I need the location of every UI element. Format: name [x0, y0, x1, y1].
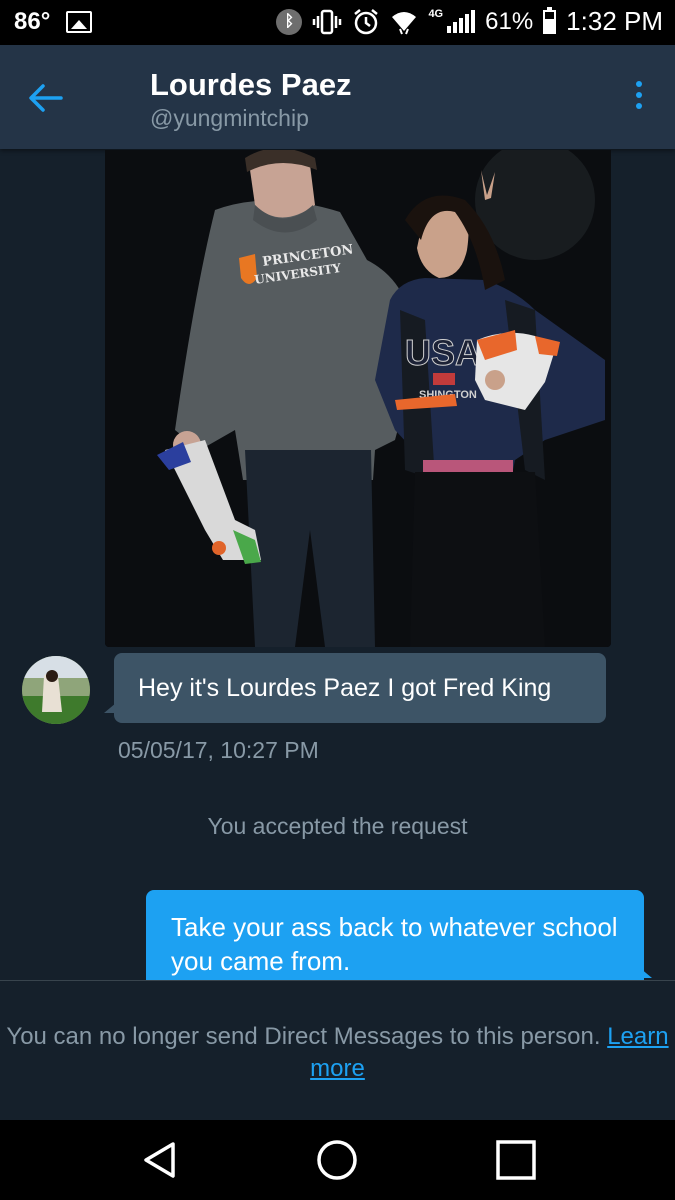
battery-fill — [545, 19, 555, 32]
home-circle-icon — [317, 1140, 357, 1180]
shirt-text-usa: USA — [405, 332, 481, 373]
wifi-icon — [390, 9, 418, 35]
clock: 1:32 PM — [566, 6, 663, 36]
dm-disabled-text: You can no longer send Direct Messages t… — [6, 1023, 601, 1050]
network-type-label: 4G — [428, 7, 444, 20]
dm-conversation-screen: 86° ᛒ 4G 61% 1:32 PM Lourdes Paez @yungm… — [0, 0, 675, 1200]
nav-recents-button[interactable] — [494, 1138, 538, 1182]
nav-back-button[interactable] — [138, 1138, 182, 1182]
system-nav-bar — [0, 1120, 675, 1200]
more-vert-dot — [636, 92, 642, 98]
back-arrow-icon — [29, 84, 63, 112]
dm-disabled-notice: You can no longer send Direct Messages t… — [0, 980, 675, 1120]
nav-home-button[interactable] — [315, 1138, 359, 1182]
vibrate-icon — [312, 9, 342, 35]
bluetooth-icon: ᛒ — [276, 8, 303, 35]
alarm-icon — [352, 8, 380, 36]
more-vert-icon — [636, 81, 642, 87]
incoming-message-bubble[interactable]: Hey it's Lourdes Paez I got Fred King — [104, 653, 606, 723]
photo-message[interactable]: PRINCETON UNIVERSITY USA SHINGTON — [105, 150, 611, 647]
back-button[interactable] — [24, 77, 66, 119]
conversation-header: Lourdes Paez @yungmintchip — [0, 45, 675, 149]
incoming-message-text: Hey it's Lourdes Paez I got Fred King — [138, 673, 552, 702]
outgoing-message-text: Take your ass back to whatever school yo… — [171, 912, 618, 976]
battery-percent: 61% — [485, 7, 534, 35]
avatar-image — [22, 656, 90, 724]
photo-illustration: PRINCETON UNIVERSITY USA SHINGTON — [105, 150, 611, 647]
status-bar: 86° ᛒ 4G 61% 1:32 PM — [0, 0, 675, 45]
message-timestamp: 05/05/17, 10:27 PM — [118, 737, 319, 763]
request-accepted-notice: You accepted the request — [207, 813, 468, 839]
back-triangle-icon — [144, 1142, 175, 1178]
status-left: 86° — [14, 8, 93, 36]
contact-name[interactable]: Lourdes Paez — [150, 67, 352, 103]
contact-avatar[interactable] — [22, 656, 90, 724]
temperature-indicator: 86° — [14, 8, 51, 35]
image-icon — [66, 11, 93, 33]
more-vert-dot — [636, 103, 642, 109]
contact-handle: @yungmintchip — [150, 105, 309, 131]
signal-icon — [447, 9, 476, 33]
recents-square-icon — [496, 1140, 536, 1180]
more-options-button[interactable] — [629, 75, 649, 115]
status-right: ᛒ 4G 61% 1:32 PM — [276, 6, 663, 37]
battery-icon — [543, 6, 557, 34]
